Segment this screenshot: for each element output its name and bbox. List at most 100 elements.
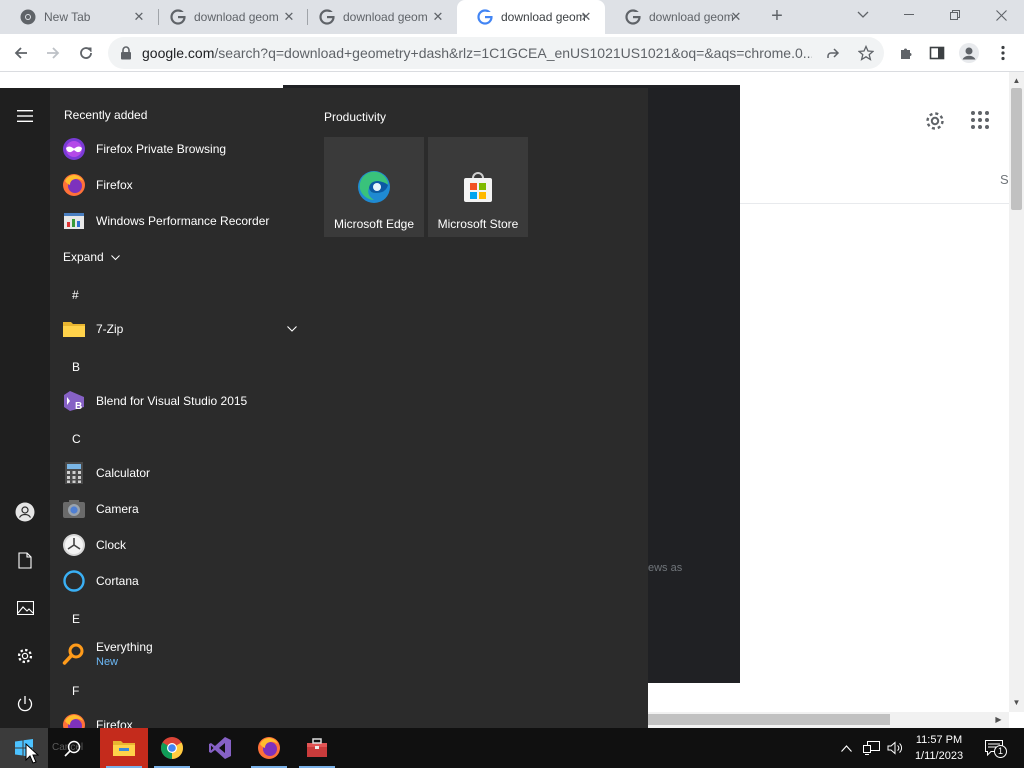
app-item-calculator[interactable]: Calculator xyxy=(62,456,302,490)
tab-title: download geom xyxy=(343,10,428,24)
pictures-button[interactable] xyxy=(0,588,50,628)
chevron-down-icon[interactable] xyxy=(287,322,297,336)
power-button[interactable] xyxy=(0,684,50,724)
partial-nav-tab[interactable]: S xyxy=(1000,172,1009,187)
scroll-up-arrow-icon[interactable]: ▲ xyxy=(1009,73,1024,88)
firefox-private-icon xyxy=(62,137,86,161)
scroll-down-arrow-icon[interactable]: ▼ xyxy=(1009,695,1024,710)
google-g-icon xyxy=(477,9,493,25)
hamburger-menu-button[interactable] xyxy=(0,96,50,136)
expand-button[interactable]: Expand xyxy=(63,250,120,264)
scroll-right-arrow-icon[interactable]: ▶ xyxy=(991,712,1006,727)
calculator-icon xyxy=(62,461,86,485)
action-center-button[interactable]: 1 xyxy=(978,728,1010,768)
gear-icon[interactable] xyxy=(923,109,947,133)
menu-kebab-icon[interactable] xyxy=(992,42,1014,64)
tab-search-button[interactable] xyxy=(840,0,886,30)
restore-button[interactable] xyxy=(932,0,978,30)
cortana-icon xyxy=(62,569,86,593)
taskbar-firefox[interactable] xyxy=(245,728,293,768)
close-icon[interactable]: ✕ xyxy=(132,10,146,24)
letter-header-b[interactable]: B xyxy=(72,360,80,374)
search-icon xyxy=(63,740,80,757)
network-status-button[interactable] xyxy=(860,728,882,768)
tile-group-heading[interactable]: Productivity xyxy=(324,110,386,124)
close-window-button[interactable] xyxy=(978,0,1024,30)
app-item-camera[interactable]: Camera xyxy=(62,492,302,526)
minimize-button[interactable] xyxy=(886,0,932,30)
close-icon[interactable]: ✕ xyxy=(729,10,743,24)
close-icon[interactable]: ✕ xyxy=(282,10,296,24)
tab-download-geom-2[interactable]: download geom ✕ xyxy=(299,0,457,34)
start-button[interactable] xyxy=(0,728,48,768)
taskbar-clock[interactable]: 11:57 PM 1/11/2023 xyxy=(908,732,970,764)
notification-count-badge: 1 xyxy=(994,745,1007,758)
forward-button[interactable] xyxy=(40,40,66,66)
google-apps-icon[interactable] xyxy=(970,110,992,132)
app-item-firefox-private-browsing[interactable]: Firefox Private Browsing xyxy=(62,132,302,166)
letter-header-f[interactable]: F xyxy=(72,684,79,698)
tile-microsoft-edge[interactable]: Microsoft Edge xyxy=(324,137,424,237)
app-label: Clock xyxy=(96,538,127,552)
app-label: Camera xyxy=(96,502,139,516)
reload-icon xyxy=(80,47,92,59)
share-icon[interactable] xyxy=(824,44,842,62)
power-icon xyxy=(17,696,33,712)
app-item-cortana[interactable]: Cortana xyxy=(62,564,302,598)
restore-icon xyxy=(950,10,960,20)
url-text[interactable]: google.com/search?q=download+geometry+da… xyxy=(142,45,812,61)
extensions-puzzle-icon[interactable] xyxy=(895,42,917,64)
chevron-down-icon xyxy=(111,254,120,261)
app-label-group: Everything New xyxy=(96,640,153,668)
taskbar-file-explorer[interactable] xyxy=(100,728,148,768)
letter-header-c[interactable]: C xyxy=(72,432,81,446)
tab-download-geom-4[interactable]: download geom ✕ xyxy=(605,0,755,34)
reload-button[interactable] xyxy=(73,40,99,66)
app-label: Windows Performance Recorder xyxy=(96,214,270,228)
settings-button[interactable] xyxy=(0,636,50,676)
documents-button[interactable] xyxy=(0,540,50,580)
horizontal-scroll-thumb[interactable] xyxy=(648,714,890,725)
taskbar-app-red-toolbox[interactable] xyxy=(293,728,341,768)
letter-header-e[interactable]: E xyxy=(72,612,80,626)
volume-button[interactable] xyxy=(884,728,906,768)
tab-new-tab[interactable]: New Tab ✕ xyxy=(0,0,158,34)
performance-recorder-icon xyxy=(62,209,86,233)
app-item-blend-for-visual-studio[interactable]: B Blend for Visual Studio 2015 xyxy=(62,384,302,418)
back-button[interactable] xyxy=(8,40,34,66)
app-item-7-zip[interactable]: 7-Zip xyxy=(62,312,302,346)
app-item-windows-performance-recorder[interactable]: Windows Performance Recorder xyxy=(62,204,302,238)
close-icon[interactable]: ✕ xyxy=(579,10,593,24)
tab-download-geom-1[interactable]: download geom ✕ xyxy=(150,0,308,34)
tile-microsoft-store[interactable]: Microsoft Store xyxy=(428,137,528,237)
app-item-firefox-recent[interactable]: Firefox xyxy=(62,168,302,202)
tab-title: download geom xyxy=(649,10,734,24)
chrome-icon xyxy=(161,737,183,759)
url-path: /search?q=download+geometry+dash&rlz=1C1… xyxy=(214,45,812,61)
app-item-firefox[interactable]: Firefox xyxy=(62,708,302,728)
app-label: Blend for Visual Studio 2015 xyxy=(96,394,248,408)
tab-download-geom-active[interactable]: download geom ✕ xyxy=(457,0,605,34)
account-button[interactable] xyxy=(0,492,50,532)
new-tab-button[interactable]: + xyxy=(766,6,788,28)
show-hidden-icons-button[interactable] xyxy=(836,728,856,768)
bookmark-star-icon[interactable] xyxy=(857,44,875,62)
google-g-icon xyxy=(170,9,186,25)
taskbar-visual-studio[interactable] xyxy=(196,728,244,768)
browser-toolbar: google.com/search?q=download+geometry+da… xyxy=(0,34,1024,72)
taskbar-search-button[interactable] xyxy=(48,728,96,768)
side-panel-icon[interactable] xyxy=(926,42,948,64)
gear-icon xyxy=(17,648,33,664)
letter-header-hash[interactable]: # xyxy=(72,288,79,302)
clock-icon xyxy=(62,533,86,557)
app-item-clock[interactable]: Clock xyxy=(62,528,302,562)
app-label: Everything xyxy=(96,640,153,654)
taskbar-chrome[interactable] xyxy=(148,728,196,768)
profile-avatar-icon[interactable] xyxy=(958,42,980,64)
close-icon[interactable]: ✕ xyxy=(431,10,445,24)
vertical-scroll-thumb[interactable] xyxy=(1011,88,1022,210)
browser-tab-strip: New Tab ✕ download geom ✕ download geom … xyxy=(0,0,1024,34)
address-bar[interactable]: google.com/search?q=download+geometry+da… xyxy=(108,37,884,69)
speaker-icon xyxy=(887,741,902,755)
app-item-everything[interactable]: Everything New xyxy=(62,636,302,672)
